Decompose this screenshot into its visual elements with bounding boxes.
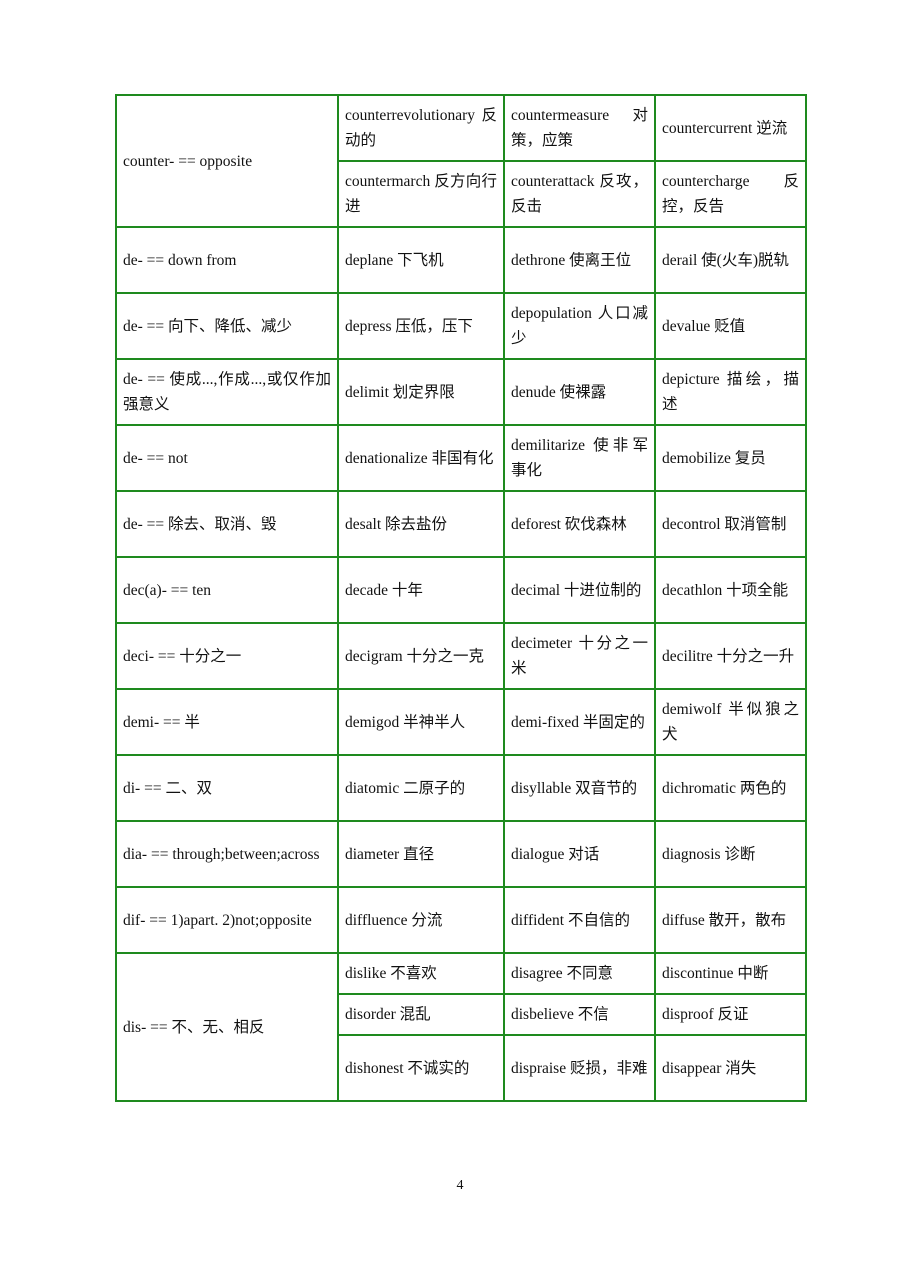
table-row: de- == down from deplane 下飞机 dethrone 使离… — [115, 226, 807, 294]
table-row: dec(a)- == ten decade 十年 decimal 十进位制的 d… — [115, 556, 807, 624]
prefix-cell: counter- == opposite — [115, 94, 339, 228]
word-cell: demobilize 复员 — [654, 424, 807, 492]
prefix-vocabulary-table: counter- == opposite counterrevolutionar… — [115, 94, 807, 1102]
word-cell: decimal 十进位制的 — [503, 556, 656, 624]
prefix-cell: de- == 向下、降低、减少 — [115, 292, 339, 360]
word-cell: decimeter 十分之一米 — [503, 622, 656, 690]
prefix-cell: de- == 使成...,作成...,或仅作加强意义 — [115, 358, 339, 426]
word-cell: desalt 除去盐份 — [337, 490, 505, 558]
prefix-cell: de- == down from — [115, 226, 339, 294]
word-cell: decathlon 十项全能 — [654, 556, 807, 624]
prefix-cell: de- == 除去、取消、毁 — [115, 490, 339, 558]
word-cell: counterattack 反攻，反击 — [503, 160, 656, 228]
page-number: 4 — [456, 1178, 464, 1193]
word-cell: depicture 描绘，描述 — [654, 358, 807, 426]
table-row: de- == not denationalize 非国有化 demilitari… — [115, 424, 807, 492]
word-cell: disorder 混乱 — [337, 993, 505, 1036]
prefix-cell: dis- == 不、无、相反 — [115, 952, 339, 1102]
prefix-cell: deci- == 十分之一 — [115, 622, 339, 690]
word-cell: denationalize 非国有化 — [337, 424, 505, 492]
word-cell: dichromatic 两色的 — [654, 754, 807, 822]
word-cell: devalue 贬值 — [654, 292, 807, 360]
word-cell: diagnosis 诊断 — [654, 820, 807, 888]
word-cell: countercurrent 逆流 — [654, 94, 807, 162]
word-cell: diffluence 分流 — [337, 886, 505, 954]
table-row: de- == 除去、取消、毁 desalt 除去盐份 deforest 砍伐森林… — [115, 490, 807, 558]
table-row: deci- == 十分之一 decigram 十分之一克 decimeter 十… — [115, 622, 807, 690]
word-cell: decilitre 十分之一升 — [654, 622, 807, 690]
word-cell: derail 使(火车)脱轨 — [654, 226, 807, 294]
word-cell: demiwolf 半似狼之犬 — [654, 688, 807, 756]
word-cell: disyllable 双音节的 — [503, 754, 656, 822]
word-cell: countermarch 反方向行进 — [337, 160, 505, 228]
word-cell: diffuse 散开，散布 — [654, 886, 807, 954]
table-row: dia- == through;between;across diameter … — [115, 820, 807, 888]
word-cell: counterrevolutionary 反动的 — [337, 94, 505, 162]
word-cell: dispraise 贬损，非难 — [503, 1034, 656, 1102]
word-cell: disproof 反证 — [654, 993, 807, 1036]
word-cell: countermeasure 对策，应策 — [503, 94, 656, 162]
prefix-cell: demi- == 半 — [115, 688, 339, 756]
word-cell: depress 压低，压下 — [337, 292, 505, 360]
prefix-cell: dia- == through;between;across — [115, 820, 339, 888]
table-row: de- == 使成...,作成...,或仅作加强意义 delimit 划定界限 … — [115, 358, 807, 426]
word-cell: decontrol 取消管制 — [654, 490, 807, 558]
word-cell: disagree 不同意 — [503, 952, 656, 995]
word-cell: countercharge 反控，反告 — [654, 160, 807, 228]
prefix-cell: de- == not — [115, 424, 339, 492]
table-row: de- == 向下、降低、减少 depress 压低，压下 depopulati… — [115, 292, 807, 360]
word-cell: deplane 下飞机 — [337, 226, 505, 294]
prefix-cell: di- == 二、双 — [115, 754, 339, 822]
word-cell: delimit 划定界限 — [337, 358, 505, 426]
word-cell: dialogue 对话 — [503, 820, 656, 888]
word-cell: discontinue 中断 — [654, 952, 807, 995]
word-cell: diatomic 二原子的 — [337, 754, 505, 822]
word-cell: dishonest 不诚实的 — [337, 1034, 505, 1102]
word-cell: diameter 直径 — [337, 820, 505, 888]
word-cell: dislike 不喜欢 — [337, 952, 505, 995]
table-row: counter- == opposite counterrevolutionar… — [115, 94, 807, 228]
word-cell: decade 十年 — [337, 556, 505, 624]
table-row: dif- == 1)apart. 2)not;opposite diffluen… — [115, 886, 807, 954]
table-row: di- == 二、双 diatomic 二原子的 disyllable 双音节的… — [115, 754, 807, 822]
prefix-cell: dec(a)- == ten — [115, 556, 339, 624]
table-row: demi- == 半 demigod 半神半人 demi-fixed 半固定的 … — [115, 688, 807, 756]
word-cell: demigod 半神半人 — [337, 688, 505, 756]
word-cell: deforest 砍伐森林 — [503, 490, 656, 558]
word-cell: denude 使裸露 — [503, 358, 656, 426]
word-cell: dethrone 使离王位 — [503, 226, 656, 294]
word-cell: depopulation 人口减少 — [503, 292, 656, 360]
word-cell: diffident 不自信的 — [503, 886, 656, 954]
prefix-cell: dif- == 1)apart. 2)not;opposite — [115, 886, 339, 954]
word-cell: disbelieve 不信 — [503, 993, 656, 1036]
word-cell: demilitarize 使非军事化 — [503, 424, 656, 492]
word-cell: disappear 消失 — [654, 1034, 807, 1102]
word-cell: decigram 十分之一克 — [337, 622, 505, 690]
word-cell: demi-fixed 半固定的 — [503, 688, 656, 756]
table-row: dis- == 不、无、相反 dislike 不喜欢 disagree 不同意 … — [115, 952, 807, 1102]
